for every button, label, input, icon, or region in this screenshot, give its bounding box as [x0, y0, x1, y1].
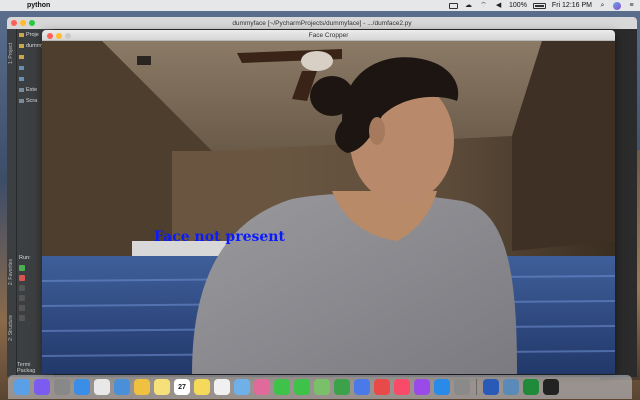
zoom-button[interactable] [29, 20, 35, 26]
pin-icon[interactable] [19, 305, 25, 311]
preview-icon[interactable] [234, 379, 250, 395]
maps-icon[interactable] [314, 379, 330, 395]
chrome-icon[interactable] [94, 379, 110, 395]
news-icon[interactable] [374, 379, 390, 395]
folder-icon [19, 54, 24, 59]
close-button[interactable] [47, 32, 53, 39]
file-icon [19, 65, 24, 70]
file-icon [19, 76, 24, 81]
dock: 27 [8, 375, 632, 399]
ceiling-fan-light [301, 51, 333, 71]
menu-bar-status: ☁ ⌔ ◀ 100% Fri 12:16 PM ⌕ ≡ [449, 1, 636, 10]
bottom-tabs: Termi Packag [17, 362, 35, 374]
face-cropper-window: Face Cropper Face not present [42, 30, 615, 374]
messages-icon[interactable] [274, 379, 290, 395]
minimize-button[interactable] [20, 20, 26, 26]
notification-center-icon[interactable]: ≡ [627, 2, 636, 9]
hair-bun [310, 76, 354, 116]
wifi-icon[interactable]: ⌔ [479, 2, 488, 9]
pycharm-title: dummyface [~/PycharmProjects/dummyface] … [232, 19, 412, 27]
image-capture-icon[interactable] [503, 379, 519, 395]
print-icon[interactable] [19, 315, 25, 321]
tool-window-strip: 1: Project 2: Structure 2: Favorites [7, 29, 17, 377]
menu-bar: python ☁ ⌔ ◀ 100% Fri 12:16 PM ⌕ ≡ [0, 0, 640, 11]
podcasts-icon[interactable] [414, 379, 430, 395]
finder-icon[interactable] [14, 379, 30, 395]
active-app-name[interactable]: python [27, 2, 50, 9]
system-prefs-icon[interactable] [454, 379, 470, 395]
packages-tab[interactable]: Packag [17, 368, 35, 374]
close-button[interactable] [11, 20, 17, 26]
run-label: Run: [19, 255, 31, 261]
stickies-icon[interactable] [194, 379, 210, 395]
terminal-icon[interactable] [543, 379, 559, 395]
minimize-button[interactable] [56, 32, 62, 39]
reminders-icon[interactable] [214, 379, 230, 395]
air-vent [137, 56, 151, 65]
facetime-icon[interactable] [294, 379, 310, 395]
pycharm-icon[interactable] [523, 379, 539, 395]
mail-icon[interactable] [114, 379, 130, 395]
zoom-button[interactable] [65, 32, 71, 39]
window-title: Face Cropper [308, 31, 349, 39]
structure-tab[interactable]: 2: Structure [8, 315, 14, 341]
library-icon [19, 87, 24, 92]
face-status-text: Face not present [154, 229, 285, 245]
siri-menu-icon[interactable] [613, 1, 621, 10]
battery-percent[interactable]: 100% [509, 2, 527, 9]
numbers-icon[interactable] [334, 379, 350, 395]
music-icon[interactable] [394, 379, 410, 395]
rerun-icon[interactable] [19, 265, 25, 271]
clock[interactable]: Fri 12:16 PM [552, 2, 592, 9]
folder-icon [19, 32, 24, 37]
person-ear [369, 117, 385, 145]
run-toolbar [19, 265, 25, 321]
project-tab[interactable]: 1: Project [8, 43, 14, 64]
stop-icon[interactable] [19, 275, 25, 281]
face-cropper-titlebar: Face Cropper [42, 30, 615, 41]
pause-icon[interactable] [19, 285, 25, 291]
photos-icon[interactable] [134, 379, 150, 395]
spotlight-icon[interactable]: ⌕ [598, 2, 607, 9]
siri-icon[interactable] [34, 379, 50, 395]
keynote-icon[interactable] [354, 379, 370, 395]
calendar-icon[interactable]: 27 [174, 379, 190, 395]
display-mirror-icon[interactable] [449, 2, 459, 9]
scratch-icon [19, 98, 24, 103]
battery-icon[interactable] [532, 2, 546, 9]
launchpad-icon[interactable] [54, 379, 70, 395]
photos-app-icon[interactable] [254, 379, 270, 395]
cloud-icon[interactable]: ☁ [464, 2, 473, 9]
notes-icon[interactable] [154, 379, 170, 395]
settings-icon[interactable] [19, 295, 25, 301]
pycharm-titlebar: dummyface [~/PycharmProjects/dummyface] … [7, 17, 637, 29]
favorites-tab[interactable]: 2: Favorites [8, 259, 14, 285]
folder-icon [19, 43, 24, 48]
appstore-icon[interactable] [434, 379, 450, 395]
webcam-frame: Face not present [42, 41, 615, 374]
word-icon[interactable] [483, 379, 499, 395]
volume-icon[interactable]: ◀ [494, 2, 503, 9]
safari-icon[interactable] [74, 379, 90, 395]
dock-separator [476, 379, 477, 395]
